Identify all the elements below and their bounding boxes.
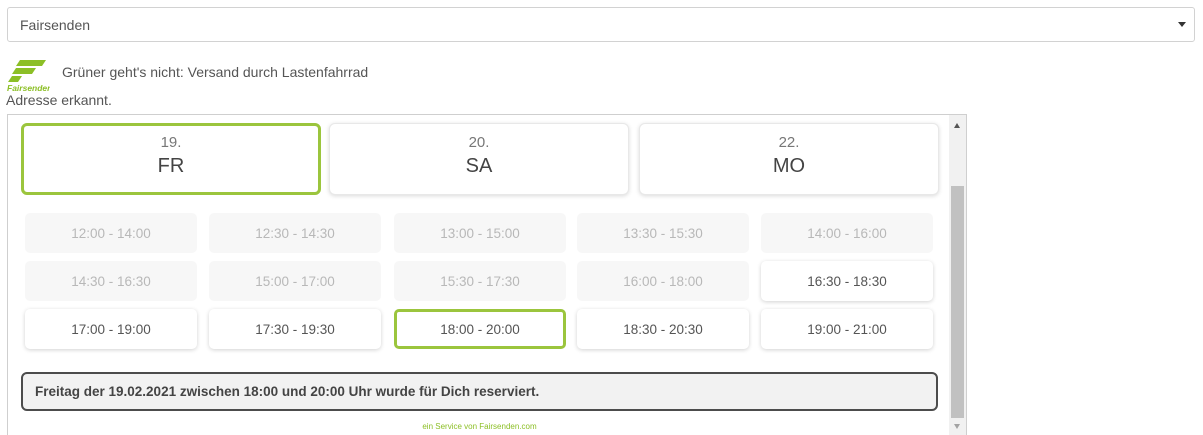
fairsenden-logo: Fairsenden (7, 60, 50, 92)
time-slot: 12:30 - 14:30 (209, 213, 381, 253)
time-slot: 13:30 - 15:30 (577, 213, 749, 253)
day-weekday: SA (465, 155, 493, 177)
time-slot: 16:00 - 18:00 (577, 261, 749, 301)
time-slot: 12:00 - 14:00 (25, 213, 197, 253)
time-slot[interactable]: 17:30 - 19:30 (209, 309, 381, 349)
day-weekday: FR (157, 155, 185, 177)
day-card-mo[interactable]: 22. MO (639, 123, 939, 195)
scroll-up-icon[interactable] (954, 123, 960, 128)
time-slot: 14:30 - 16:30 (25, 261, 197, 301)
svg-text:Fairsenden: Fairsenden (7, 83, 50, 92)
reservation-confirmation: Freitag der 19.02.2021 zwischen 18:00 un… (21, 372, 938, 411)
tagline: Grüner geht's nicht: Versand durch Laste… (62, 64, 369, 80)
carrier-select[interactable]: Fairsenden (7, 7, 1195, 42)
time-slot: 15:00 - 17:00 (209, 261, 381, 301)
caret-down-icon[interactable] (1178, 22, 1186, 27)
day-card-fr[interactable]: 19. FR (21, 123, 321, 195)
day-number: 22. (778, 134, 800, 151)
address-status: Adresse erkannt. (6, 92, 112, 108)
day-weekday: MO (772, 155, 806, 177)
delivery-widget: 19. FR 20. SA 22. MO 12:00 - 14:00 12:30 - 14:… (7, 114, 967, 435)
time-slot[interactable]: 18:00 - 20:00 (394, 309, 566, 349)
carrier-select-value: Fairsenden (20, 16, 91, 33)
day-number: 20. (468, 134, 490, 151)
day-card-sa[interactable]: 20. SA (329, 123, 629, 195)
time-slot[interactable]: 18:30 - 20:30 (577, 309, 749, 349)
day-number: 19. (160, 134, 182, 151)
service-link[interactable]: ein Service von Fairsenden.com (8, 422, 951, 431)
time-slot[interactable]: 17:00 - 19:00 (25, 309, 197, 349)
time-slot: 13:00 - 15:00 (394, 213, 566, 253)
time-slot[interactable]: 19:00 - 21:00 (761, 309, 933, 349)
widget-scrollbar[interactable] (949, 115, 966, 435)
time-slot: 15:30 - 17:30 (394, 261, 566, 301)
time-slot: 14:00 - 16:00 (761, 213, 933, 253)
scroll-down-icon[interactable] (954, 424, 960, 429)
scrollbar-thumb[interactable] (951, 186, 964, 418)
time-slot[interactable]: 16:30 - 18:30 (761, 261, 933, 301)
